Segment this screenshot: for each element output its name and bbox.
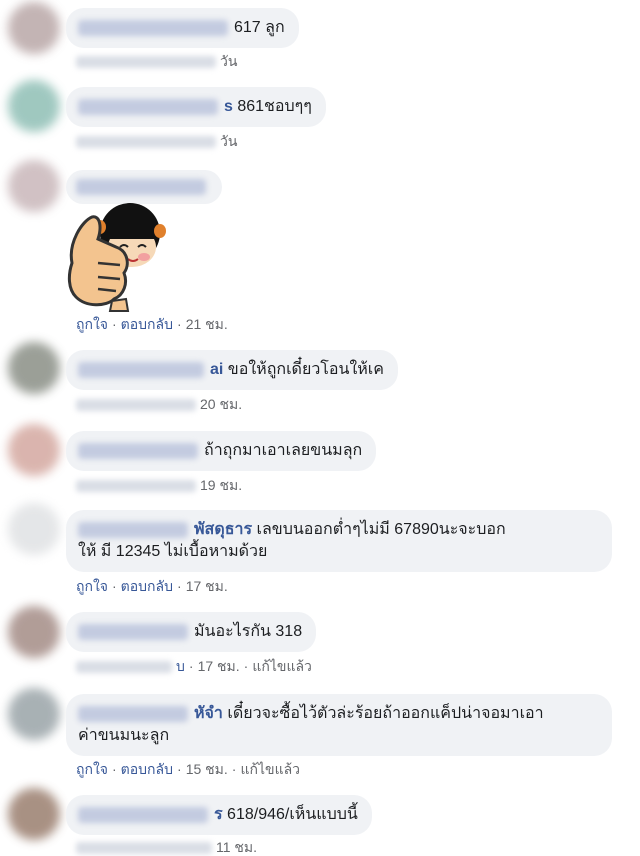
like-link[interactable]: ถูกใจ [76, 316, 108, 332]
comment-text: 617 ลูก [234, 19, 285, 36]
comment-text-line-2: ค่าขนมนะลูก [78, 727, 170, 744]
avatar[interactable] [8, 688, 60, 740]
author-name-fragment[interactable]: หัจำ [194, 705, 223, 722]
comment-text: 861ชอบๆๆ [237, 98, 312, 115]
author-name-fragment[interactable]: พัสดุธาร [194, 521, 252, 538]
reply-link[interactable]: ตอบกลับ [121, 761, 173, 777]
comment-text: ถ้าถุกมาเอาเลยขนมลุก [204, 442, 363, 459]
avatar[interactable] [8, 788, 60, 840]
avatar[interactable] [8, 503, 60, 555]
avatar[interactable] [8, 160, 60, 212]
comment-time[interactable]: วัน [220, 133, 237, 149]
blurred-actions [76, 661, 172, 674]
comment-bubble: ai ขอให้ถูกเดี๋ยวโอนให้เค [66, 350, 398, 390]
comment-bubble: s 861ชอบๆๆ [66, 87, 326, 127]
edited-label[interactable]: แก้ไขแล้ว [240, 761, 300, 777]
comment-time[interactable]: 11 ชม. [216, 839, 257, 855]
comment-text-line-1: เลขบนออกต่ำๆไม่มี 67890นะจะบอก [256, 521, 506, 538]
edited-label[interactable]: แก้ไขแล้ว [252, 658, 312, 674]
comment-meta: วัน [76, 132, 237, 150]
comment-time[interactable]: วัน [220, 53, 237, 69]
comment-meta: 19 ชม. [76, 476, 242, 494]
comment-meta: บ · 17 ชม. · แก้ไขแล้ว [76, 657, 312, 675]
comment-meta: 20 ชม. [76, 395, 242, 413]
blurred-author-name[interactable] [78, 361, 204, 378]
like-link[interactable]: ถูกใจ [76, 578, 108, 594]
author-name-fragment[interactable]: ร [214, 806, 223, 823]
comment-time[interactable]: 19 ชม. [200, 477, 242, 493]
comment-bubble [66, 170, 222, 204]
comment-meta: ถูกใจ · ตอบกลับ · 21 ชม. [76, 316, 228, 332]
blurred-author-name[interactable] [78, 442, 198, 459]
blurred-author-name[interactable] [78, 705, 188, 722]
comment-time[interactable]: 20 ชม. [200, 396, 242, 412]
blurred-actions [76, 399, 196, 412]
comment-bubble: 617 ลูก [66, 8, 299, 48]
comment-time[interactable]: 21 ชม. [186, 316, 228, 332]
author-name-fragment[interactable]: ai [210, 361, 223, 378]
like-link[interactable]: ถูกใจ [76, 761, 108, 777]
comment-bubble: ร 618/946/เห็นแบบนี้ [66, 795, 372, 835]
comment-bubble: มันอะไรกัน 318 [66, 612, 317, 652]
blurred-actions [76, 842, 212, 855]
blurred-actions [76, 56, 216, 69]
blurred-author-name[interactable] [78, 806, 208, 823]
comment-text-line-1: เดี๋ยวจะซื้อไว้ตัวล่ะร้อยถ้าออกแค็ปน่าจอ… [227, 705, 544, 722]
reply-link[interactable]: ตอบกลับ [121, 578, 173, 594]
comment-meta: ถูกใจ · ตอบกลับ · 17 ชม. [76, 578, 228, 594]
comment-text: มันอะไรกัน 318 [194, 623, 303, 640]
comment-text: ขอให้ถูกเดี๋ยวโอนให้เค [227, 361, 384, 378]
comment-text-line-2: ให้ มี 12345 ไม่เบื้อหามด้วย [78, 543, 268, 560]
reply-link-fragment[interactable]: บ [176, 658, 185, 674]
comment-bubble: หัจำ เดี๋ยวจะซื้อไว้ตัวล่ะร้อยถ้าออกแค็ป… [66, 694, 612, 756]
thumbs-up-girl-sticker[interactable] [62, 203, 170, 313]
blurred-author-name[interactable] [78, 623, 188, 640]
comment-bubble: ถ้าถุกมาเอาเลยขนมลุก [66, 431, 377, 471]
reply-link[interactable]: ตอบกลับ [121, 316, 173, 332]
comment-meta: ถูกใจ · ตอบกลับ · 15 ชม. · แก้ไขแล้ว [76, 761, 301, 777]
blurred-actions [76, 136, 216, 149]
comment-time[interactable]: 15 ชม. [186, 761, 228, 777]
blurred-author-name[interactable] [78, 19, 228, 36]
blurred-author-name[interactable] [78, 98, 218, 115]
avatar[interactable] [8, 424, 60, 476]
blurred-author-name[interactable] [78, 521, 188, 538]
comment-meta: 11 ชม. [76, 838, 257, 856]
blurred-actions [76, 480, 196, 493]
avatar[interactable] [8, 2, 60, 54]
comment-time[interactable]: 17 ชม. [186, 578, 228, 594]
avatar[interactable] [8, 606, 60, 658]
blurred-author-name[interactable] [76, 178, 206, 195]
avatar[interactable] [8, 80, 60, 132]
comment-meta: วัน [76, 52, 237, 70]
avatar[interactable] [8, 342, 60, 394]
comment-bubble: พัสดุธาร เลขบนออกต่ำๆไม่มี 67890นะจะบอก … [66, 510, 612, 572]
comment-text: 618/946/เห็นแบบนี้ [227, 806, 358, 823]
author-name-fragment[interactable]: s [224, 98, 233, 115]
comment-time[interactable]: 17 ชม. [198, 658, 240, 674]
